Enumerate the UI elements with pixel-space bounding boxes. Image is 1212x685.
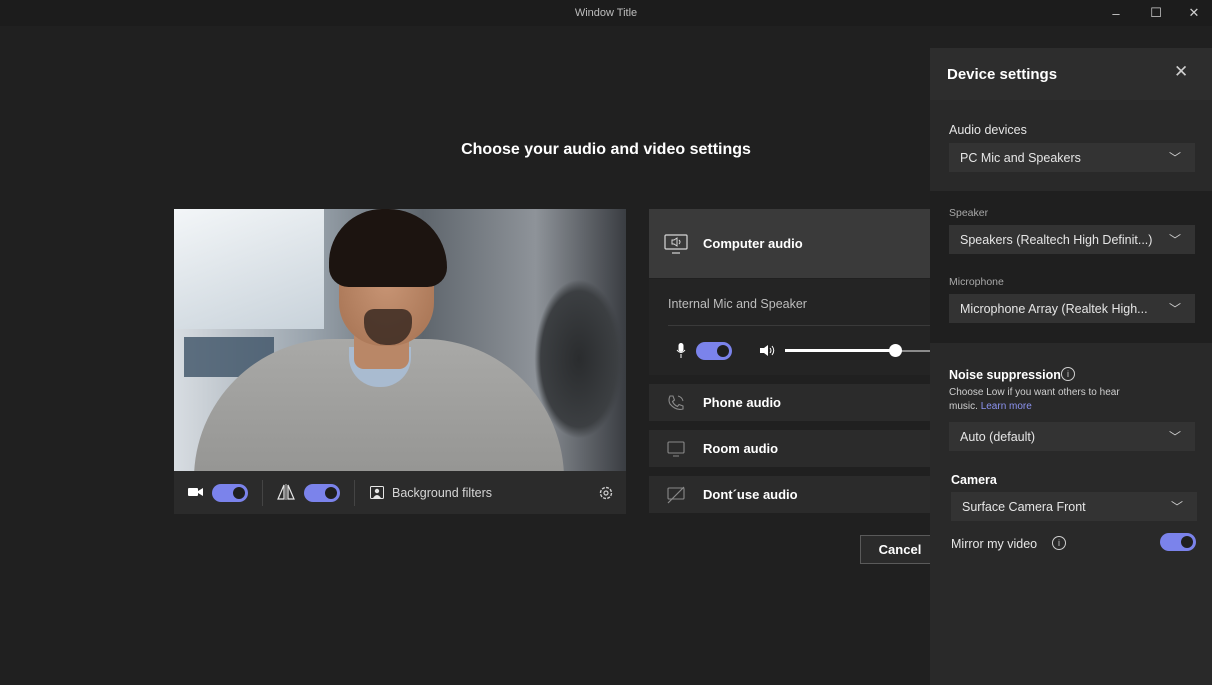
close-icon[interactable]: ✕ [1174, 62, 1188, 82]
panel-title: Device settings [947, 66, 1058, 83]
phone-audio-label: Phone audio [703, 395, 781, 410]
maximize-button[interactable]: ☐ [1136, 0, 1176, 26]
video-controls-bar: Background filters [174, 471, 626, 514]
mirror-info-icon[interactable]: i [1052, 536, 1066, 550]
noise-suppression-label: Noise suppression [949, 368, 1061, 382]
window-title: Window Title [574, 7, 638, 19]
audio-devices-dropdown[interactable]: PC Mic and Speakers ﹀ [949, 143, 1195, 172]
close-window-button[interactable]: ✕ [1174, 0, 1212, 26]
computer-audio-details: Internal Mic and Speaker [649, 279, 932, 375]
audio-devices-value: PC Mic and Speakers [960, 150, 1081, 165]
microphone-toggle[interactable] [696, 342, 732, 360]
app-window: Window Title – ☐ ✕ Choose your audio and… [0, 0, 1212, 685]
chevron-down-icon: ﹀ [1168, 302, 1181, 316]
camera-dropdown[interactable]: Surface Camera Front ﹀ [951, 492, 1197, 521]
page-title: Choose your audio and video settings [461, 141, 751, 158]
dont-use-audio-option[interactable]: Dont´use audio [649, 476, 932, 513]
learn-more-link[interactable]: Learn more [981, 401, 1032, 412]
room-audio-label: Room audio [703, 441, 779, 456]
no-audio-icon [649, 486, 703, 504]
noise-hint: Choose Low if you want others to hear mu… [949, 387, 1120, 412]
dont-use-audio-label: Dont´use audio [703, 487, 798, 502]
chevron-down-icon: ﹀ [1170, 500, 1183, 514]
mirror-toggle[interactable] [304, 484, 340, 502]
settings-gear-icon[interactable] [598, 485, 614, 506]
noise-info-icon[interactable]: i [1061, 367, 1075, 381]
title-bar: Window Title – ☐ ✕ [0, 0, 1212, 26]
noise-suppression-value: Auto (default) [960, 429, 1036, 444]
computer-audio-icon [649, 233, 703, 254]
microphone-label: Microphone [949, 276, 1004, 288]
audio-devices-label: Audio devices [949, 123, 1027, 137]
camera-toggle[interactable] [212, 484, 248, 502]
room-audio-option[interactable]: Room audio [649, 430, 932, 467]
noise-suppression-dropdown[interactable]: Auto (default) ﹀ [949, 422, 1195, 451]
camera-value: Surface Camera Front [962, 499, 1086, 514]
chevron-down-icon: ﹀ [1168, 233, 1181, 247]
computer-audio-label: Computer audio [703, 236, 803, 251]
phone-icon [649, 394, 703, 412]
speaker-volume-icon [760, 344, 776, 362]
chevron-down-icon: ﹀ [1168, 151, 1181, 165]
volume-slider-handle[interactable] [889, 344, 902, 357]
mirror-video-toggle[interactable] [1160, 533, 1196, 551]
room-display-icon [649, 440, 703, 457]
audio-device-name: Internal Mic and Speaker [668, 297, 807, 311]
mirror-video-label: Mirror my video [951, 537, 1038, 551]
computer-audio-option[interactable]: Computer audio [649, 209, 932, 278]
speaker-value: Speakers (Realtech High Definit...) [960, 232, 1153, 247]
camera-icon [188, 485, 204, 504]
background-filters-icon [370, 486, 384, 504]
microphone-icon [676, 343, 686, 363]
background-filters-button[interactable]: Background filters [392, 486, 492, 500]
speaker-label: Speaker [949, 207, 989, 219]
camera-label: Camera [951, 473, 997, 487]
microphone-dropdown[interactable]: Microphone Array (Realtek High... ﹀ [949, 294, 1195, 323]
mirror-icon [276, 484, 296, 505]
phone-audio-option[interactable]: Phone audio [649, 384, 932, 421]
video-preview [174, 209, 626, 471]
device-settings-panel: Device settings ✕ Audio devices PC Mic a… [930, 48, 1212, 685]
speaker-dropdown[interactable]: Speakers (Realtech High Definit...) ﹀ [949, 225, 1195, 254]
chevron-down-icon: ﹀ [1168, 430, 1181, 444]
microphone-value: Microphone Array (Realtek High... [960, 301, 1148, 316]
cancel-button[interactable]: Cancel [860, 535, 940, 564]
minimize-button[interactable]: – [1096, 0, 1136, 26]
volume-slider-fill [785, 349, 895, 352]
